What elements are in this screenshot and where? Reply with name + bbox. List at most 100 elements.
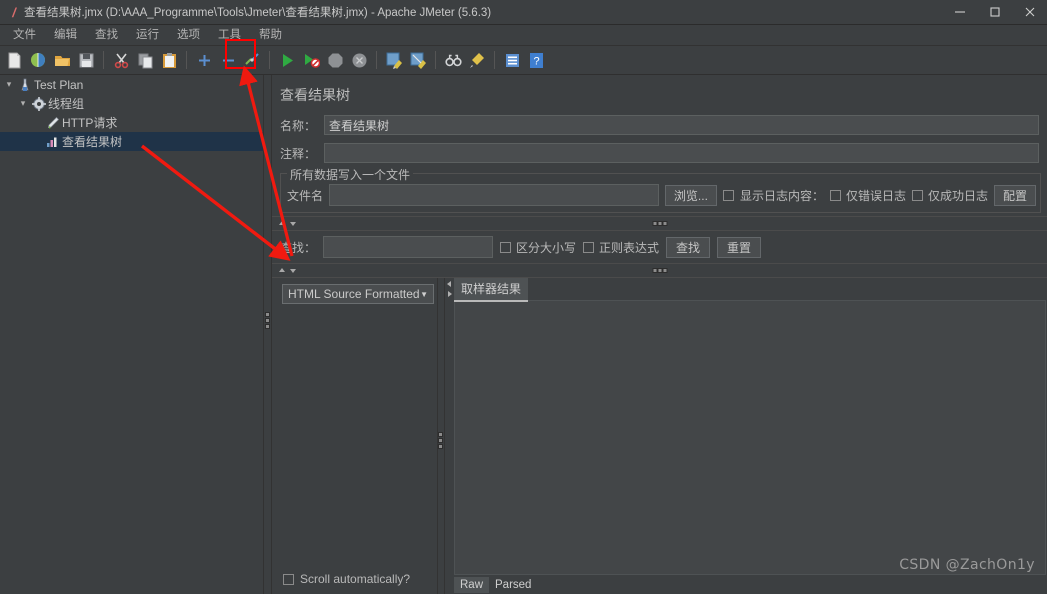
- renderer-pane: HTML Source Formatted ▼ Scroll automatic…: [272, 278, 437, 594]
- result-tab-strip: 取样器结果: [445, 278, 1047, 302]
- tab-scroll-arrows[interactable]: [445, 278, 454, 300]
- close-button[interactable]: [1012, 0, 1047, 24]
- errors-only-group[interactable]: 仅错误日志: [829, 187, 906, 204]
- errors-only-label: 仅错误日志: [845, 188, 906, 203]
- toolbar-clear[interactable]: [383, 48, 405, 72]
- toolbar-stop[interactable]: [324, 48, 346, 72]
- collapse-arrows[interactable]: [272, 267, 297, 274]
- tree-node-label: HTTP请求: [62, 116, 118, 130]
- tab-raw[interactable]: Raw: [454, 576, 490, 593]
- minimize-button[interactable]: [942, 0, 977, 24]
- tree-node-thread-group[interactable]: ▾ 线程组: [0, 94, 263, 113]
- browse-button[interactable]: 浏览...: [664, 184, 717, 206]
- strip-handle-dots[interactable]: [653, 269, 666, 272]
- filename-input[interactable]: [329, 184, 659, 206]
- tab-sampler-result[interactable]: 取样器结果: [454, 278, 529, 302]
- collapse-arrows[interactable]: [272, 220, 297, 227]
- search-input[interactable]: [323, 236, 494, 258]
- test-plan-tree: ▾ Test Plan ▾ 线程组 HTTP请求 查看结果树: [0, 75, 263, 594]
- toolbar-collapse-all[interactable]: [217, 48, 239, 72]
- title-bar: / 查看结果树.jmx (D:\AAA_Programme\Tools\Jmet…: [0, 0, 1047, 25]
- tree-node-http-request[interactable]: HTTP请求: [0, 113, 263, 132]
- window-controls: [942, 0, 1047, 24]
- toolbar-cut[interactable]: [110, 48, 132, 72]
- toolbar-paste[interactable]: [158, 48, 180, 72]
- configure-button[interactable]: 配置: [993, 184, 1036, 206]
- regex-checkbox[interactable]: [583, 241, 595, 253]
- toolbar-toggle[interactable]: [241, 48, 263, 72]
- chevron-down-icon: [290, 269, 296, 273]
- split-divider-handle[interactable]: [439, 433, 442, 451]
- expand-toggle-icon[interactable]: ▾: [16, 98, 30, 109]
- tab-parsed[interactable]: Parsed: [489, 577, 537, 593]
- maximize-button[interactable]: [977, 0, 1012, 24]
- toolbar-start[interactable]: [276, 48, 298, 72]
- comment-field-row: 注释：: [272, 137, 1047, 165]
- window-title: 查看结果树.jmx (D:\AAA_Programme\Tools\Jmeter…: [24, 7, 492, 19]
- view-results-tree-panel: 查看结果树 名称： 查看结果树 注释： 所有数据写入一个文件 文件名 浏览...…: [272, 75, 1047, 594]
- toolbar-separator-6: [494, 51, 495, 69]
- scroll-automatically-checkbox[interactable]: [283, 573, 294, 585]
- find-button[interactable]: 查找: [666, 236, 711, 258]
- toolbar-clear-all[interactable]: [407, 48, 429, 72]
- errors-only-checkbox[interactable]: [829, 189, 841, 201]
- reset-button[interactable]: 重置: [717, 236, 762, 258]
- name-field-row: 名称： 查看结果树: [272, 113, 1047, 137]
- toolbar-copy[interactable]: [134, 48, 156, 72]
- sampler-result-pane: 取样器结果 Raw Parsed: [445, 278, 1047, 594]
- toolbar-separator-2: [186, 51, 187, 69]
- tree-node-test-plan[interactable]: ▾ Test Plan: [0, 75, 263, 94]
- write-data-checkbox[interactable]: [722, 189, 734, 201]
- toolbar-new[interactable]: [3, 48, 25, 72]
- toolbar: ?: [0, 46, 1047, 75]
- chevron-right-icon: [448, 291, 452, 297]
- results-split-divider[interactable]: [437, 278, 445, 594]
- expand-toggle-icon[interactable]: ▾: [2, 79, 16, 90]
- sampler-result-content[interactable]: [454, 300, 1046, 575]
- renderer-selected-value: HTML Source Formatted: [288, 287, 420, 301]
- menu-search[interactable]: 查找: [86, 25, 127, 45]
- chevron-down-icon: [290, 222, 296, 226]
- regex-group[interactable]: 正则表达式: [583, 239, 659, 256]
- case-sensitive-checkbox[interactable]: [500, 241, 512, 253]
- toolbar-search-reset[interactable]: [466, 48, 488, 72]
- success-only-group[interactable]: 仅成功日志: [911, 187, 988, 204]
- menu-tools[interactable]: 工具: [209, 25, 250, 45]
- toolbar-open[interactable]: [51, 48, 73, 72]
- tree-node-label: 线程组: [48, 97, 85, 111]
- toolbar-help[interactable]: ?: [525, 48, 547, 72]
- chevron-down-icon[interactable]: ▼: [420, 290, 428, 299]
- menu-run[interactable]: 运行: [127, 25, 168, 45]
- success-only-label: 仅成功日志: [927, 188, 988, 203]
- split-divider-handle[interactable]: [266, 313, 269, 331]
- scroll-automatically-label: Scroll automatically?: [300, 572, 411, 586]
- raw-parsed-tabs: Raw Parsed: [445, 575, 1047, 594]
- renderer-select[interactable]: HTML Source Formatted ▼: [282, 284, 434, 304]
- menu-bar: 文件 编辑 查找 运行 选项 工具 帮助: [0, 25, 1047, 46]
- search-label: 查找：: [280, 240, 317, 255]
- test-plan-icon: [16, 78, 34, 92]
- strip-handle-dots[interactable]: [653, 222, 666, 225]
- menu-file[interactable]: 文件: [4, 25, 45, 45]
- toolbar-function-helper[interactable]: [501, 48, 523, 72]
- toolbar-templates[interactable]: [27, 48, 49, 72]
- view-results-tree-icon: [44, 135, 62, 149]
- toolbar-start-no-pauses[interactable]: [300, 48, 322, 72]
- toolbar-search[interactable]: [442, 48, 464, 72]
- results-collapse-strip[interactable]: [272, 263, 1047, 278]
- menu-edit[interactable]: 编辑: [45, 25, 86, 45]
- toolbar-save[interactable]: [75, 48, 97, 72]
- toolbar-expand-all[interactable]: [193, 48, 215, 72]
- toolbar-shutdown[interactable]: [348, 48, 370, 72]
- comment-input[interactable]: [324, 143, 1039, 163]
- toolbar-separator-1: [103, 51, 104, 69]
- menu-help[interactable]: 帮助: [250, 25, 291, 45]
- main-split-divider[interactable]: [263, 75, 272, 594]
- case-sensitive-group[interactable]: 区分大小写: [500, 239, 576, 256]
- tree-node-view-results-tree[interactable]: 查看结果树: [0, 132, 263, 151]
- success-only-checkbox[interactable]: [911, 189, 923, 201]
- name-input[interactable]: 查看结果树: [324, 115, 1039, 135]
- search-collapse-strip[interactable]: [272, 216, 1047, 231]
- search-row: 查找： 区分大小写 正则表达式 查找 重置: [272, 231, 1047, 263]
- menu-options[interactable]: 选项: [168, 25, 209, 45]
